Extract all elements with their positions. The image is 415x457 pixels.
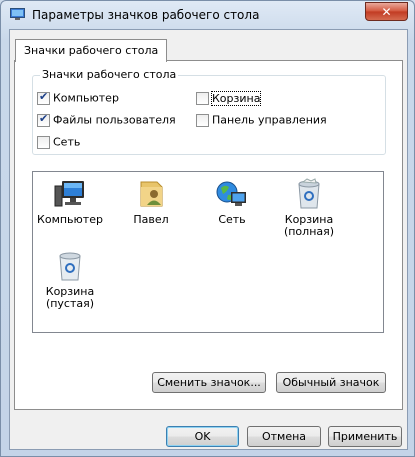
checkbox-control-panel[interactable]: Панель управления bbox=[196, 113, 327, 127]
icon-item-recycle-bin-empty[interactable]: Корзина (пустая) bbox=[37, 250, 103, 310]
checkbox-unchecked-icon[interactable] bbox=[196, 113, 209, 127]
icon-item-user-folder[interactable]: Павел bbox=[118, 178, 184, 226]
icon-label: Корзина (полная) bbox=[283, 213, 335, 238]
window-title: Параметры значков рабочего стола bbox=[32, 8, 260, 22]
dialog-client-area: Значки рабочего стола Значки рабочего ст… bbox=[9, 29, 408, 450]
tab-desktop-icons[interactable]: Значки рабочего стола bbox=[15, 39, 168, 62]
restore-default-button[interactable]: Обычный значок bbox=[276, 372, 386, 393]
dialog-window: Параметры значков рабочего стола ✕ Значк… bbox=[0, 0, 415, 457]
icon-label: Сеть bbox=[218, 213, 246, 226]
recycle-bin-full-icon bbox=[298, 178, 320, 209]
apply-button[interactable]: Применить bbox=[328, 426, 402, 447]
network-globe-icon bbox=[216, 181, 246, 206]
checkbox-unchecked-icon[interactable] bbox=[196, 91, 209, 105]
checkbox-unchecked-icon[interactable] bbox=[37, 135, 50, 149]
icon-item-recycle-bin-full[interactable]: Корзина (полная) bbox=[274, 178, 344, 238]
tab-panel: Значки рабочего стола Компьютер Корзина … bbox=[14, 60, 403, 410]
desktop-settings-icon bbox=[10, 8, 25, 20]
desktop-icons-group: Значки рабочего стола Компьютер Корзина … bbox=[32, 68, 386, 155]
icon-list[interactable]: Компьютер Павел Сеть Корзина (полная) Ко… bbox=[32, 171, 384, 333]
recycle-bin-empty-icon bbox=[59, 252, 81, 281]
checkbox-checked-icon[interactable] bbox=[37, 90, 50, 105]
icon-label: Павел bbox=[133, 213, 169, 226]
checkbox-label: Сеть bbox=[53, 135, 81, 149]
checkbox-user-files[interactable]: Файлы пользователя bbox=[37, 112, 176, 127]
computer-icon bbox=[54, 181, 84, 207]
ok-button[interactable]: OK bbox=[166, 426, 239, 447]
checkbox-checked-icon[interactable] bbox=[37, 112, 50, 127]
checkbox-network[interactable]: Сеть bbox=[37, 135, 80, 149]
close-button[interactable]: ✕ bbox=[365, 2, 408, 21]
checkbox-computer[interactable]: Компьютер bbox=[37, 90, 119, 105]
icon-label: Корзина (пустая) bbox=[45, 285, 95, 310]
checkbox-label: Корзина bbox=[210, 90, 262, 106]
checkbox-label: Файлы пользователя bbox=[53, 113, 176, 127]
checkbox-recycle-bin[interactable]: Корзина bbox=[196, 90, 262, 106]
group-label: Значки рабочего стола bbox=[40, 68, 179, 81]
checkbox-label: Компьютер bbox=[53, 91, 119, 105]
change-icon-button[interactable]: Сменить значок... bbox=[152, 372, 266, 393]
icon-item-network[interactable]: Сеть bbox=[199, 178, 265, 226]
checkbox-label: Панель управления bbox=[212, 113, 327, 127]
cancel-button[interactable]: Отмена bbox=[247, 426, 321, 447]
icon-item-computer[interactable]: Компьютер bbox=[37, 178, 103, 226]
icon-label: Компьютер bbox=[37, 213, 103, 226]
title-bar[interactable]: Параметры значков рабочего стола ✕ bbox=[1, 1, 414, 29]
user-folder-icon bbox=[140, 181, 163, 207]
